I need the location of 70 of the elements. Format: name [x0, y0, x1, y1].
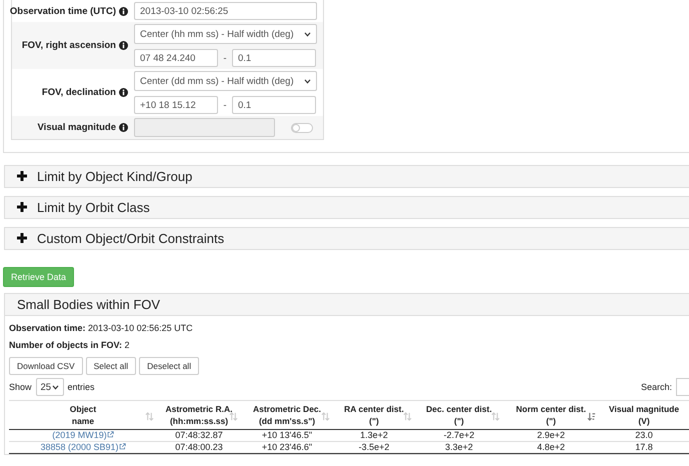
table-cell: -3.5e+2 [333, 442, 415, 454]
object-link[interactable]: 38858 (2000 SB91) [40, 442, 126, 452]
half-width-field[interactable]: 0.1 [232, 96, 316, 114]
table-cell: +10 13'46.5" [241, 430, 333, 442]
sort-icon[interactable] [321, 412, 330, 421]
object-count-text: Number of objects in FOV: 2 [9, 340, 131, 351]
range-separator: - [222, 100, 228, 110]
table-cell: 07:48:00.23 [157, 442, 241, 454]
table-action-button[interactable]: Select all [86, 357, 136, 375]
table-cell: 2.9e+2 [503, 430, 599, 442]
info-icon [119, 88, 128, 97]
sort-icon[interactable] [229, 412, 238, 421]
column-header[interactable]: Norm center dist. (") [503, 400, 599, 430]
plus-icon [17, 200, 27, 215]
range-separator: - [222, 52, 228, 64]
dropdown[interactable]: Center (hh mm ss) - Half width (deg) [134, 24, 317, 44]
column-header[interactable]: Astrometric Dec. (dd mm'ss.s") [241, 400, 333, 430]
column-header[interactable]: Dec. center dist. (") [415, 400, 503, 430]
accordion-title: Limit by Orbit Class [37, 200, 150, 215]
field-label: Visual magnitude [38, 122, 116, 133]
accordion-title: Custom Object/Orbit Constraints [37, 231, 224, 246]
info-icon [119, 123, 128, 132]
sort-icon[interactable] [403, 412, 412, 421]
toggle-switch[interactable] [291, 122, 313, 132]
accordion-header[interactable]: Limit by Object Kind/Group [4, 165, 689, 188]
accordion-header[interactable]: Custom Object/Orbit Constraints [4, 227, 689, 250]
accordion-header[interactable]: Limit by Orbit Class [4, 196, 689, 219]
table-cell: 07:48:32.87 [157, 430, 241, 442]
table-cell: 23.0 [599, 430, 689, 442]
search-label: Search: [640, 382, 672, 392]
field-label: FOV, right ascension [22, 40, 116, 51]
table-cell: 4.8e+2 [503, 442, 599, 454]
panel-title: Small Bodies within FOV [5, 294, 689, 316]
text-field[interactable]: 2013-03-10 02:56:25 [134, 2, 317, 20]
entries-label: entries [68, 382, 95, 392]
external-link-icon [118, 443, 126, 450]
caret-icon [304, 78, 311, 84]
table-cell: 3.3e+2 [415, 442, 503, 454]
caret-icon [304, 32, 311, 36]
show-label: Show [9, 382, 32, 392]
sort-icon[interactable] [491, 412, 500, 421]
table-cell: 17.8 [599, 442, 689, 454]
page-size-dropdown[interactable]: 25 [36, 378, 64, 396]
external-link-icon [106, 431, 114, 438]
field-label: FOV, declination [42, 87, 116, 98]
search-field[interactable] [676, 378, 689, 396]
column-header[interactable]: Visual magnitude (V) [599, 400, 689, 430]
dropdown[interactable]: Center (dd mm ss) - Half width (deg) [134, 71, 317, 91]
table-cell: -2.7e+2 [415, 430, 503, 442]
object-link[interactable]: (2019 MW19) [52, 430, 114, 440]
center-field[interactable]: 07 48 24.240 [134, 49, 218, 67]
sort-descending-icon[interactable] [587, 412, 596, 421]
caret-icon [52, 384, 59, 390]
observation-time-text: Observation time: 2013-03-10 02:56:25 UTC [9, 323, 194, 334]
center-field[interactable]: +10 18 15.12 [134, 96, 218, 114]
column-header[interactable]: Object name [9, 400, 157, 430]
column-header[interactable]: Astrometric R.A. (hh:mm:ss.ss) [157, 400, 241, 430]
column-header[interactable]: RA center dist. (") [333, 400, 415, 430]
accordion-title: Limit by Object Kind/Group [37, 169, 192, 184]
plus-icon [17, 169, 27, 184]
table-action-button[interactable]: Deselect all [139, 357, 200, 375]
sort-icon[interactable] [145, 412, 154, 421]
half-width-field[interactable]: 0.1 [232, 49, 316, 67]
plus-icon [17, 231, 27, 246]
info-icon [119, 41, 128, 50]
table-action-button[interactable]: Download CSV [9, 357, 83, 375]
table-cell: 1.3e+2 [333, 430, 415, 442]
info-icon [119, 6, 128, 16]
table-cell: +10 23'46.6" [241, 442, 333, 454]
field-label: Observation time (UTC) [10, 6, 116, 16]
